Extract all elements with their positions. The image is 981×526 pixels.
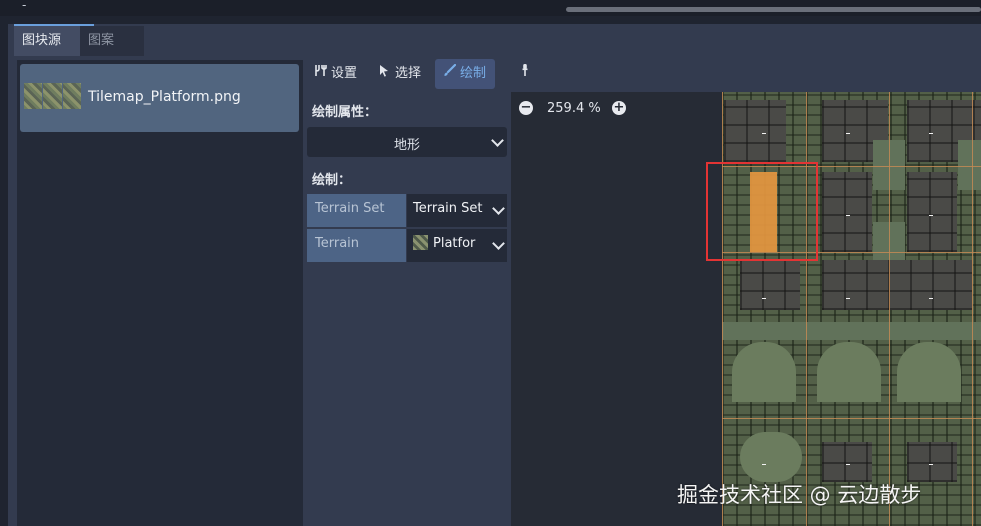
setup-label: 设置 (331, 66, 358, 81)
select-label: 选择 (395, 66, 422, 81)
paint-property-select[interactable]: 地形 (307, 127, 507, 157)
terrain-key: Terrain (307, 229, 406, 262)
watermark: 掘金技术社区 @ 云边散步 (677, 483, 922, 507)
paint-property-value: 地形 (393, 138, 420, 153)
eyedropper-icon (518, 59, 532, 89)
top-scroll-area: - (0, 0, 981, 16)
paint-properties-heading: 绘制属性： (312, 105, 378, 120)
terrain-select[interactable]: Platfor (407, 229, 507, 262)
source-item-tilemap-platform[interactable]: Tilemap_Platform.png (20, 64, 299, 132)
terrain-set-value: Terrain Set (413, 201, 483, 216)
terrain-set-key: Terrain Set (307, 194, 406, 227)
atlas-thumbnail (24, 83, 82, 109)
zoom-in-button[interactable]: + (612, 101, 626, 115)
setup-mode-button[interactable]: 设置 (313, 59, 357, 89)
terrain-row: Terrain Platfor (307, 229, 507, 262)
zoom-level: 259.4 % (547, 101, 601, 116)
paint-mode-button[interactable]: 绘制 (435, 59, 495, 89)
zoom-out-button[interactable]: − (519, 101, 533, 115)
cursor-icon (377, 59, 391, 89)
terrain-value: Platfor (433, 236, 476, 251)
horizontal-scrollbar[interactable] (566, 7, 981, 12)
terrain-set-row: Terrain Set Terrain Set (307, 194, 507, 227)
terrain-swatch-icon (413, 235, 428, 250)
annotation-highlight-box (706, 162, 818, 261)
paint-heading: 绘制： (312, 173, 352, 188)
terrain-set-select[interactable]: Terrain Set (407, 194, 507, 227)
eyedropper-button[interactable] (518, 59, 532, 89)
select-mode-button[interactable]: 选择 (377, 59, 421, 89)
brush-icon (442, 59, 456, 89)
tab-patterns[interactable]: 图案 (80, 26, 144, 56)
top-dash: - (22, 0, 27, 12)
paint-label: 绘制 (460, 66, 487, 81)
source-label: Tilemap_Platform.png (88, 89, 241, 105)
tools-icon (313, 59, 327, 89)
tile-atlas[interactable] (722, 92, 981, 526)
